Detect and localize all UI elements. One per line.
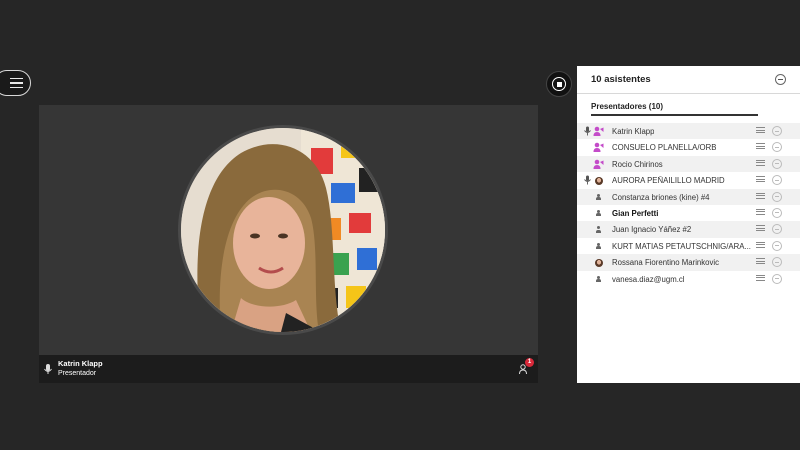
attendee-menu-icon[interactable] [756, 208, 765, 217]
avatar-photo [593, 175, 604, 186]
hamburger-menu-button[interactable] [0, 70, 31, 96]
collapse-panel-icon[interactable] [775, 74, 786, 85]
attendee-name: KURT MATIAS PETAUTSCHNIG/ARA... [612, 241, 751, 251]
attendee-options-icon[interactable] [772, 257, 782, 268]
attendee-name: Katrin Klapp [612, 127, 655, 136]
attendee-options-icon[interactable] [772, 142, 782, 153]
presenter-photo [181, 128, 385, 332]
presenter-icon [593, 142, 604, 153]
microphone-icon [584, 126, 591, 136]
hamburger-menu-icon [10, 77, 23, 80]
attendee-row[interactable]: KURT MATIAS PETAUTSCHNIG/ARA... [577, 238, 800, 254]
presenter-info-bar: Katrin Klapp Presentador 1 [39, 355, 538, 383]
attendee-name: Rocio Chirinos [612, 159, 663, 169]
attendee-row[interactable]: CONSUELO PLANELLA/ORB [577, 139, 800, 155]
attendee-menu-icon[interactable] [756, 192, 765, 201]
attendee-options-icon[interactable] [772, 207, 782, 218]
participant-icon [593, 192, 604, 203]
attendee-options-icon[interactable] [772, 126, 782, 136]
participant-icon [593, 224, 604, 235]
attendee-options-icon[interactable] [772, 175, 782, 186]
attendee-menu-icon[interactable] [756, 241, 765, 250]
stop-share-button[interactable] [546, 71, 572, 97]
stop-icon [552, 77, 566, 91]
presenter-icon [593, 159, 604, 170]
attendee-menu-icon[interactable] [756, 159, 765, 168]
attendee-options-icon[interactable] [772, 191, 782, 202]
attendee-list: Katrin Klapp CONSUELO PLANELLA/ORB Rocio C… [577, 123, 800, 287]
notification-badge: 1 [525, 358, 534, 367]
participant-icon [593, 241, 604, 252]
avatar-photo [593, 257, 604, 268]
attendee-options-icon[interactable] [772, 273, 782, 284]
attendee-menu-icon[interactable] [756, 274, 765, 283]
participant-icon [593, 274, 604, 285]
attendee-row[interactable]: Katrin Klapp [577, 123, 800, 140]
presenter-role: Presentador [58, 370, 97, 377]
presenter-icon [593, 126, 604, 137]
panel-title: 10 asistentes [591, 74, 651, 85]
presenter-avatar [178, 125, 388, 335]
microphone-icon [584, 175, 591, 185]
attendee-name: Rossana Fiorentino Marinkovic [612, 258, 720, 268]
attendee-row[interactable]: Rocio Chirinos [577, 155, 800, 173]
attendee-menu-icon[interactable] [756, 176, 765, 184]
microphone-icon [44, 364, 52, 374]
attendee-options-icon[interactable] [772, 224, 782, 235]
attendees-panel: 10 asistentes Presentadores (10) Katrin … [577, 66, 800, 383]
attendee-row[interactable]: Constanza briones (kine) #4 [577, 188, 800, 205]
attendee-menu-icon[interactable] [756, 258, 765, 266]
attendee-menu-icon[interactable] [756, 127, 765, 135]
attendee-menu-icon[interactable] [756, 225, 765, 233]
attendee-name: Juan Ignacio Yáñez #2 [612, 225, 692, 235]
presenter-name: Katrin Klapp [58, 359, 103, 368]
attendee-menu-icon[interactable] [756, 143, 765, 151]
attendee-name: CONSUELO PLANELLA/ORB [612, 143, 717, 153]
attendee-name: Gian Perfetti [612, 208, 659, 218]
attendee-name: AURORA PEÑAILILLO MADRID [612, 176, 725, 186]
attendee-row[interactable]: Juan Ignacio Yáñez #2 [577, 221, 800, 238]
participant-icon [593, 208, 604, 219]
attendee-row[interactable]: AURORA PEÑAILILLO MADRID [577, 172, 800, 188]
attendee-name: vanesa.diaz@ugm.cl [612, 274, 685, 284]
attendee-name: Constanza briones (kine) #4 [612, 192, 710, 202]
attendee-options-icon[interactable] [772, 158, 782, 169]
attendee-row[interactable]: Rossana Fiorentino Marinkovic [577, 254, 800, 271]
attendee-options-icon[interactable] [772, 240, 782, 251]
section-title-presenters: Presentadores (10) [591, 102, 758, 116]
attendee-row[interactable]: vanesa.diaz@ugm.cl [577, 271, 800, 287]
attendee-row[interactable]: Gian Perfetti [577, 205, 800, 221]
